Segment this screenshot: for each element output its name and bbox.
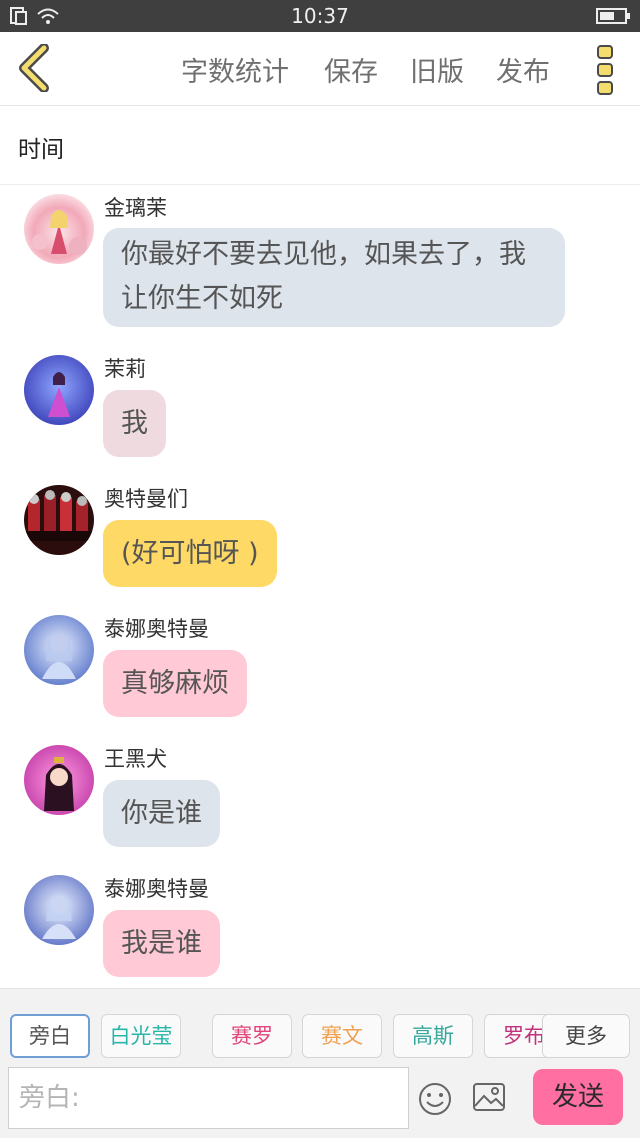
back-button[interactable] xyxy=(14,43,54,93)
chat-area[interactable]: 金璃茉 你最好不要去见他，如果去了，我 让你生不如死 茉莉 我 奥特曼们 (好可… xyxy=(0,186,640,988)
more-menu-icon xyxy=(597,45,613,95)
avatar[interactable] xyxy=(24,615,94,685)
word-count-button[interactable]: 字数统计 xyxy=(181,50,289,89)
sender-name: 金璃茉 xyxy=(104,196,167,220)
top-toolbar: 字数统计 保存 旧版 发布 xyxy=(0,32,640,106)
avatar[interactable] xyxy=(24,355,94,425)
back-chevron-icon xyxy=(19,43,49,93)
message-input[interactable] xyxy=(8,1067,409,1129)
send-button[interactable]: 发送 xyxy=(533,1069,623,1125)
message-input-bar: 发送 xyxy=(0,1064,640,1138)
message-line: (好可怕呀 ) xyxy=(121,538,259,569)
character-chip[interactable]: 赛文 xyxy=(302,1014,382,1058)
message-line: 我 xyxy=(121,408,148,439)
story-title: 时间 xyxy=(18,137,64,163)
message-line: 你是谁 xyxy=(121,798,202,829)
message-line: 我是谁 xyxy=(121,928,202,959)
status-time: 10:37 xyxy=(291,4,349,28)
message-bubble[interactable]: 真够麻烦 xyxy=(103,650,247,717)
character-chip[interactable]: 赛罗 xyxy=(212,1014,292,1058)
message-bubble[interactable]: 我是谁 xyxy=(103,910,220,977)
message-bubble[interactable]: (好可怕呀 ) xyxy=(103,520,277,587)
sender-name: 泰娜奥特曼 xyxy=(104,617,209,641)
character-chip[interactable]: 白光莹 xyxy=(101,1014,181,1058)
image-icon xyxy=(473,1083,505,1111)
message-bubble[interactable]: 你是谁 xyxy=(103,780,220,847)
avatar[interactable] xyxy=(24,745,94,815)
message-line: 你最好不要去见他，如果去了，我 xyxy=(121,239,526,270)
sender-name: 泰娜奥特曼 xyxy=(104,877,209,901)
character-chip[interactable]: 高斯 xyxy=(393,1014,473,1058)
message-bubble[interactable]: 我 xyxy=(103,390,166,457)
message-line: 让你生不如死 xyxy=(121,283,283,314)
avatar[interactable] xyxy=(24,194,94,264)
sender-name: 奥特曼们 xyxy=(104,487,188,511)
message-bubble[interactable]: 你最好不要去见他，如果去了，我 让你生不如死 xyxy=(103,228,565,327)
status-bar: 10:37 xyxy=(0,0,640,32)
avatar[interactable] xyxy=(24,875,94,945)
sender-name: 王黑犬 xyxy=(104,747,167,771)
story-title-row[interactable]: 时间 xyxy=(0,106,640,185)
emoji-button[interactable] xyxy=(418,1082,452,1120)
image-button[interactable] xyxy=(472,1082,506,1116)
more-characters-button[interactable]: 更多 xyxy=(542,1014,630,1058)
more-menu-button[interactable] xyxy=(590,42,620,98)
message-line: 真够麻烦 xyxy=(121,668,229,699)
battery-icon xyxy=(596,8,630,28)
avatar[interactable] xyxy=(24,485,94,555)
character-chip-narrator[interactable]: 旁白 xyxy=(10,1014,90,1058)
save-button[interactable]: 保存 xyxy=(324,50,378,89)
emoji-icon xyxy=(419,1083,451,1115)
publish-button[interactable]: 发布 xyxy=(496,50,550,89)
old-version-button[interactable]: 旧版 xyxy=(410,50,464,89)
sender-name: 茉莉 xyxy=(104,357,146,381)
character-selector: 旁白 白光莹 赛罗 赛文 高斯 罗布 更多 xyxy=(0,988,640,1064)
